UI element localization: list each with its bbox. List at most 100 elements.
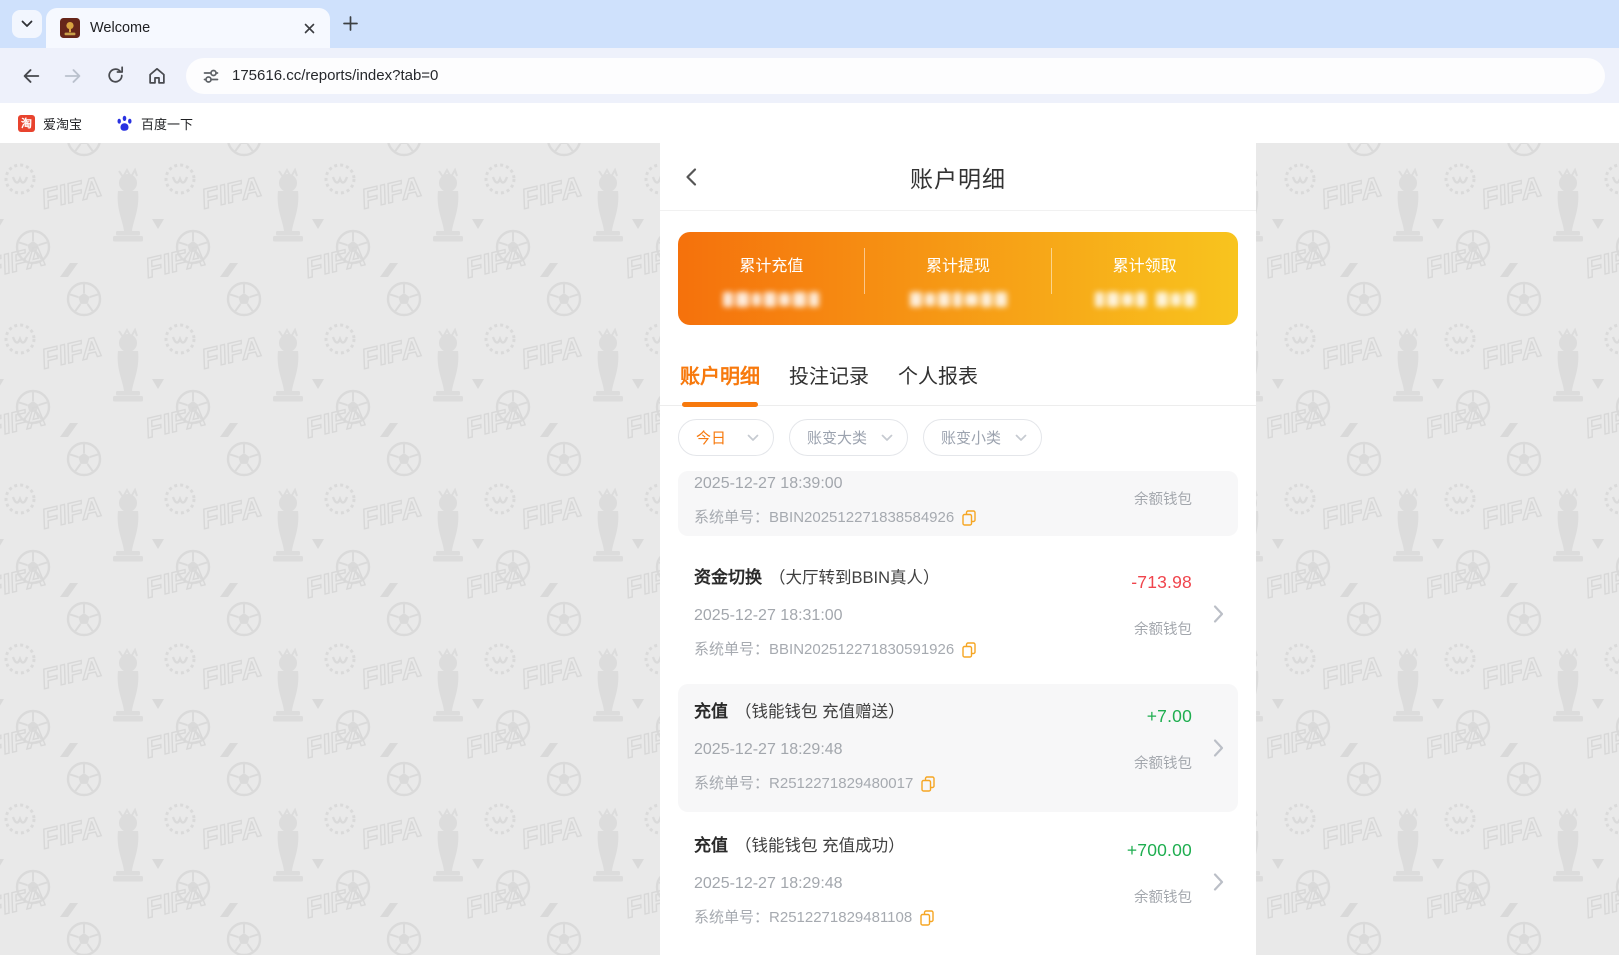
summary-section: 累计充值 累计提现 累计领取	[660, 211, 1256, 325]
transaction-subtitle: （钱能钱包 充值赠送）	[735, 703, 905, 721]
tab-title: Welcome	[90, 20, 151, 36]
summary-card: 累计充值 累计提现 累计领取	[678, 232, 1238, 325]
order-number-line: 系统单号： R2512271829480017	[694, 774, 1218, 794]
browser-window: Welcome 175616.cc/reports/index?tab=0 淘 …	[0, 0, 1619, 955]
summary-label: 累计提现	[926, 258, 991, 275]
filter-subcategory-select[interactable]: 账变小类	[923, 419, 1043, 456]
tab-strip: Welcome	[0, 0, 1619, 48]
summary-label: 累计充值	[739, 258, 804, 275]
home-icon	[149, 67, 165, 84]
order-number-value: BBIN202512271838584926	[769, 509, 955, 526]
taobao-icon: 淘	[18, 114, 35, 132]
wallet-label: 余额钱包	[1134, 756, 1192, 772]
reload-button[interactable]	[98, 59, 132, 93]
tab-bet-records[interactable]: 投注记录	[787, 345, 871, 405]
browser-tab-welcome[interactable]: Welcome	[46, 8, 330, 48]
summary-total-claimed: 累计领取	[1051, 232, 1238, 325]
transaction-type: 资金切换	[694, 568, 762, 587]
new-tab-button[interactable]	[338, 13, 362, 37]
account-detail-panel: 账户明细 累计充值 累计提现 累计领取 账户明细 投注记录 个人报表 今日 账变…	[660, 143, 1256, 955]
wallet-label: 余额钱包	[1134, 890, 1192, 906]
transaction-amount: +7.00	[1146, 706, 1192, 726]
back-arrow-icon	[23, 68, 40, 83]
page-area: FIFA	[0, 143, 1619, 955]
back-chevron-icon[interactable]	[682, 167, 702, 187]
order-number-label: 系统单号：	[694, 509, 770, 526]
transaction-row[interactable]: 资金切换 （大厅转到BBIN真人） 2025-12-27 18:31:00 系统单…	[678, 550, 1238, 678]
order-number-value: R2512271829481108	[769, 909, 913, 926]
summary-label: 累计领取	[1112, 258, 1177, 275]
order-number-value: BBIN202512271830591926	[769, 641, 955, 658]
transaction-row[interactable]: 2025-12-27 18:39:00 系统单号： BBIN2025122718…	[678, 471, 1238, 536]
chevron-down-icon	[881, 434, 893, 441]
bookmark-baidu[interactable]: 百度一下	[116, 114, 193, 133]
bookmark-taobao[interactable]: 淘 爱淘宝	[18, 114, 82, 133]
filter-label: 账变小类	[941, 430, 1002, 447]
site-favicon-icon	[60, 18, 80, 38]
tab-search-button[interactable]	[12, 10, 42, 38]
transaction-list: 2025-12-27 18:39:00 系统单号： BBIN2025122718…	[660, 471, 1256, 946]
report-tabs: 账户明细 投注记录 个人报表	[660, 345, 1256, 407]
wallet-label: 余额钱包	[1134, 492, 1192, 508]
row-right: -713.98 余额钱包	[1131, 572, 1192, 639]
transaction-amount: +700.00	[1126, 840, 1192, 860]
chevron-down-icon	[747, 434, 759, 441]
browser-toolbar: 175616.cc/reports/index?tab=0	[0, 48, 1619, 103]
filter-date-select[interactable]: 今日	[678, 419, 774, 456]
url-text[interactable]: 175616.cc/reports/index?tab=0	[232, 67, 438, 84]
forward-button[interactable]	[56, 59, 90, 93]
site-info-tune-icon[interactable]	[202, 67, 220, 85]
masked-amount	[1094, 291, 1195, 307]
masked-amount	[723, 291, 820, 307]
order-number-line: 系统单号： R2512271829481108	[694, 908, 1218, 928]
summary-total-deposit: 累计充值	[678, 232, 865, 325]
transaction-subtitle: （钱能钱包 充值成功）	[735, 837, 905, 855]
wallet-label: 余额钱包	[1134, 622, 1192, 638]
transaction-type: 充值	[694, 702, 728, 721]
chevron-down-icon	[21, 20, 33, 27]
copy-icon[interactable]	[921, 776, 936, 792]
forward-arrow-icon	[64, 68, 81, 83]
order-number-label: 系统单号：	[694, 909, 770, 926]
tab-close-icon[interactable]	[300, 19, 318, 37]
copy-icon[interactable]	[962, 510, 976, 526]
transaction-type: 充值	[694, 836, 728, 855]
row-right: +700.00 余额钱包	[1127, 840, 1192, 907]
bookmark-label: 百度一下	[141, 116, 194, 132]
filter-label: 账变大类	[807, 430, 868, 447]
summary-total-withdraw: 累计提现	[865, 232, 1052, 325]
back-button[interactable]	[14, 59, 48, 93]
copy-icon[interactable]	[920, 910, 934, 926]
bookmarks-bar: 淘 爱淘宝 百度一下	[0, 103, 1619, 143]
filter-label: 今日	[696, 430, 727, 447]
filter-bar: 今日 账变大类 账变小类	[660, 406, 1256, 471]
transaction-subtitle: （大厅转到BBIN真人）	[769, 569, 940, 587]
filter-category-select[interactable]: 账变大类	[789, 419, 909, 456]
reload-icon	[107, 66, 123, 83]
copy-icon[interactable]	[962, 642, 976, 658]
tab-personal-report[interactable]: 个人报表	[896, 345, 980, 405]
transaction-amount: -713.98	[1131, 572, 1192, 592]
chevron-right-icon[interactable]	[1213, 739, 1224, 758]
address-bar[interactable]: 175616.cc/reports/index?tab=0	[186, 57, 1605, 94]
baidu-icon	[117, 115, 132, 131]
plus-icon	[342, 16, 358, 31]
home-button[interactable]	[140, 59, 174, 93]
page-title: 账户明细	[910, 165, 1006, 192]
order-number-label: 系统单号：	[694, 641, 770, 658]
order-number-line: 系统单号： BBIN202512271838584926	[694, 508, 1218, 528]
order-number-label: 系统单号：	[694, 775, 770, 792]
summary-divider	[864, 248, 866, 294]
chevron-right-icon[interactable]	[1213, 605, 1224, 624]
order-number-line: 系统单号： BBIN202512271830591926	[694, 640, 1218, 660]
transaction-row[interactable]: 充值 （钱能钱包 充值赠送） 2025-12-27 18:29:48 系统单号： …	[678, 684, 1238, 812]
masked-amount	[909, 291, 1007, 307]
chevron-down-icon	[1015, 434, 1027, 441]
summary-divider	[1050, 248, 1052, 294]
page-header: 账户明细	[660, 143, 1256, 211]
row-right: +7.00 余额钱包	[1134, 706, 1192, 773]
chevron-right-icon[interactable]	[1213, 873, 1224, 892]
order-number-value: R2512271829480017	[769, 775, 914, 792]
transaction-row[interactable]: 充值 （钱能钱包 充值成功） 2025-12-27 18:29:48 系统单号： …	[678, 818, 1238, 946]
tab-account-detail[interactable]: 账户明细	[678, 345, 762, 407]
